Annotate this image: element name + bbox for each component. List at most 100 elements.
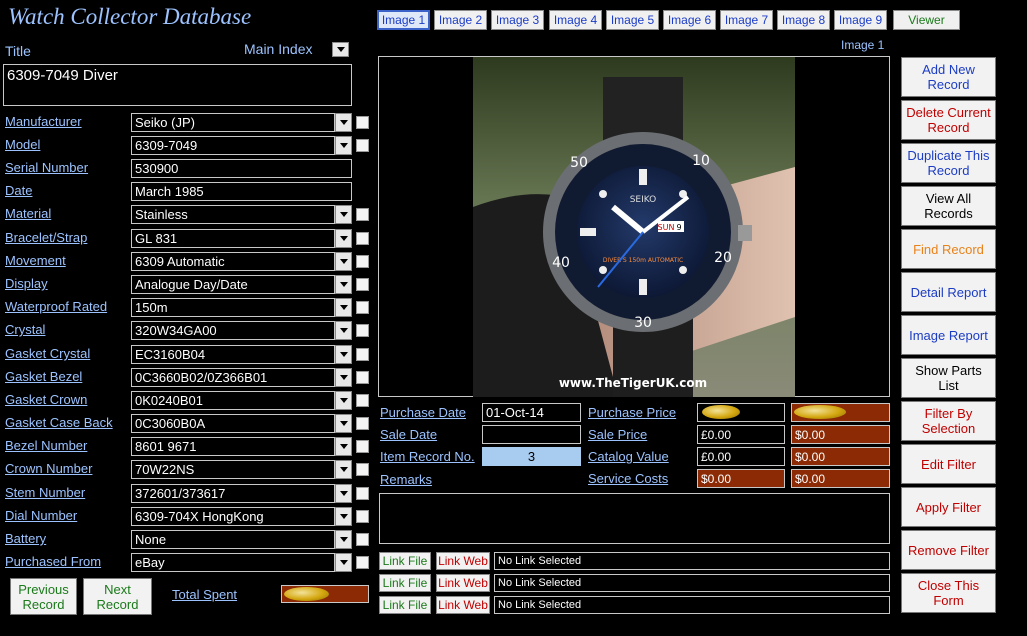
detail-report-button[interactable]: Detail Report bbox=[901, 272, 996, 312]
dropdown-button[interactable] bbox=[335, 368, 352, 387]
field-value[interactable]: GL 831 bbox=[131, 229, 335, 248]
field-combo[interactable]: 0C3660B02/0Z366B01 bbox=[131, 368, 352, 387]
dropdown-button[interactable] bbox=[335, 345, 352, 364]
filter-checkbox[interactable] bbox=[356, 556, 369, 569]
viewer-button[interactable]: Viewer bbox=[893, 10, 960, 30]
previous-record-button[interactable]: Previous Record bbox=[10, 578, 77, 615]
filter-checkbox[interactable] bbox=[356, 417, 369, 430]
dropdown-button[interactable] bbox=[335, 414, 352, 433]
field-value[interactable]: 0K0240B01 bbox=[131, 391, 335, 410]
field-combo[interactable]: 0C3060B0A bbox=[131, 414, 352, 433]
filter-checkbox[interactable] bbox=[356, 116, 369, 129]
field-combo[interactable]: 320W34GA00 bbox=[131, 321, 352, 340]
field-value[interactable]: 372601/373617 bbox=[131, 484, 335, 503]
dropdown-button[interactable] bbox=[335, 113, 352, 132]
tab-image-3[interactable]: Image 3 bbox=[491, 10, 544, 30]
field-value[interactable]: Seiko (JP) bbox=[131, 113, 335, 132]
filter-checkbox[interactable] bbox=[356, 255, 369, 268]
field-value[interactable]: March 1985 bbox=[131, 182, 352, 201]
dropdown-button[interactable] bbox=[335, 229, 352, 248]
tab-image-6[interactable]: Image 6 bbox=[663, 10, 716, 30]
dropdown-button[interactable] bbox=[335, 460, 352, 479]
filter-checkbox[interactable] bbox=[356, 301, 369, 314]
field-combo[interactable]: eBay bbox=[131, 553, 352, 572]
dropdown-button[interactable] bbox=[335, 275, 352, 294]
filter-checkbox[interactable] bbox=[356, 371, 369, 384]
filter-checkbox[interactable] bbox=[356, 324, 369, 337]
filter-by-selection-button[interactable]: Filter By Selection bbox=[901, 401, 996, 441]
add-new-record-button[interactable]: Add New Record bbox=[901, 57, 996, 97]
filter-checkbox[interactable] bbox=[356, 440, 369, 453]
filter-checkbox[interactable] bbox=[356, 394, 369, 407]
field-value[interactable]: Stainless bbox=[131, 205, 335, 224]
field-combo[interactable]: 6309-7049 bbox=[131, 136, 352, 155]
title-field[interactable]: 6309-7049 Diver bbox=[3, 64, 352, 106]
field-combo[interactable]: 70W22NS bbox=[131, 460, 352, 479]
field-value[interactable]: 6309-704X HongKong bbox=[131, 507, 335, 526]
filter-checkbox[interactable] bbox=[356, 348, 369, 361]
field-value[interactable]: 0C3060B0A bbox=[131, 414, 335, 433]
purchase-price-field[interactable] bbox=[697, 403, 785, 422]
field-value[interactable]: 6309-7049 bbox=[131, 136, 335, 155]
filter-checkbox[interactable] bbox=[356, 278, 369, 291]
filter-checkbox[interactable] bbox=[356, 139, 369, 152]
field-combo[interactable]: 0K0240B01 bbox=[131, 391, 352, 410]
tab-image-1[interactable]: Image 1 bbox=[377, 10, 430, 30]
field-value[interactable]: 530900 bbox=[131, 159, 352, 178]
field-value[interactable]: 150m bbox=[131, 298, 335, 317]
dropdown-button[interactable] bbox=[335, 136, 352, 155]
filter-checkbox[interactable] bbox=[356, 463, 369, 476]
dropdown-button[interactable] bbox=[335, 484, 352, 503]
field-value[interactable]: 8601 9671 bbox=[131, 437, 335, 456]
field-value[interactable]: 0C3660B02/0Z366B01 bbox=[131, 368, 335, 387]
dropdown-button[interactable] bbox=[335, 530, 352, 549]
tab-image-7[interactable]: Image 7 bbox=[720, 10, 773, 30]
link-file-button[interactable]: Link File bbox=[379, 596, 431, 614]
dropdown-button[interactable] bbox=[335, 205, 352, 224]
filter-checkbox[interactable] bbox=[356, 487, 369, 500]
field-combo[interactable]: Stainless bbox=[131, 205, 352, 224]
delete-record-button[interactable]: Delete Current Record bbox=[901, 100, 996, 140]
dropdown-button[interactable] bbox=[335, 391, 352, 410]
show-parts-list-button[interactable]: Show Parts List bbox=[901, 358, 996, 398]
field-combo[interactable]: 8601 9671 bbox=[131, 437, 352, 456]
tab-image-8[interactable]: Image 8 bbox=[777, 10, 830, 30]
field-combo[interactable]: 150m bbox=[131, 298, 352, 317]
sale-price-field[interactable]: £0.00 bbox=[697, 425, 785, 444]
field-combo[interactable]: 6309 Automatic bbox=[131, 252, 352, 271]
sale-date-field[interactable] bbox=[482, 425, 581, 444]
field-combo[interactable]: Analogue Day/Date bbox=[131, 275, 352, 294]
filter-checkbox[interactable] bbox=[356, 533, 369, 546]
image-report-button[interactable]: Image Report bbox=[901, 315, 996, 355]
view-all-records-button[interactable]: View All Records bbox=[901, 186, 996, 226]
filter-checkbox[interactable] bbox=[356, 510, 369, 523]
field-combo[interactable]: 6309-704X HongKong bbox=[131, 507, 352, 526]
field-value[interactable]: EC3160B04 bbox=[131, 345, 335, 364]
filter-checkbox[interactable] bbox=[356, 208, 369, 221]
close-form-button[interactable]: Close This Form bbox=[901, 573, 996, 613]
catalog-value-field[interactable]: £0.00 bbox=[697, 447, 785, 466]
remove-filter-button[interactable]: Remove Filter bbox=[901, 530, 996, 570]
link-web-button[interactable]: Link Web bbox=[436, 574, 490, 592]
remarks-field[interactable] bbox=[379, 493, 890, 544]
main-index-dropdown[interactable] bbox=[332, 42, 349, 57]
duplicate-record-button[interactable]: Duplicate This Record bbox=[901, 143, 996, 183]
field-combo[interactable]: Seiko (JP) bbox=[131, 113, 352, 132]
field-combo[interactable]: EC3160B04 bbox=[131, 345, 352, 364]
field-value[interactable]: None bbox=[131, 530, 335, 549]
next-record-button[interactable]: Next Record bbox=[83, 578, 152, 615]
dropdown-button[interactable] bbox=[335, 252, 352, 271]
tab-image-2[interactable]: Image 2 bbox=[434, 10, 487, 30]
link-file-button[interactable]: Link File bbox=[379, 574, 431, 592]
image-panel[interactable]: 50 10 20 40 30 SEIKO SUN 9 DIVER'S 150m … bbox=[378, 56, 890, 397]
field-value[interactable]: 70W22NS bbox=[131, 460, 335, 479]
field-value[interactable]: eBay bbox=[131, 553, 335, 572]
field-value[interactable]: Analogue Day/Date bbox=[131, 275, 335, 294]
find-record-button[interactable]: Find Record bbox=[901, 229, 996, 269]
apply-filter-button[interactable]: Apply Filter bbox=[901, 487, 996, 527]
tab-image-4[interactable]: Image 4 bbox=[549, 10, 602, 30]
link-file-button[interactable]: Link File bbox=[379, 552, 431, 570]
field-value[interactable]: 320W34GA00 bbox=[131, 321, 335, 340]
edit-filter-button[interactable]: Edit Filter bbox=[901, 444, 996, 484]
dropdown-button[interactable] bbox=[335, 298, 352, 317]
